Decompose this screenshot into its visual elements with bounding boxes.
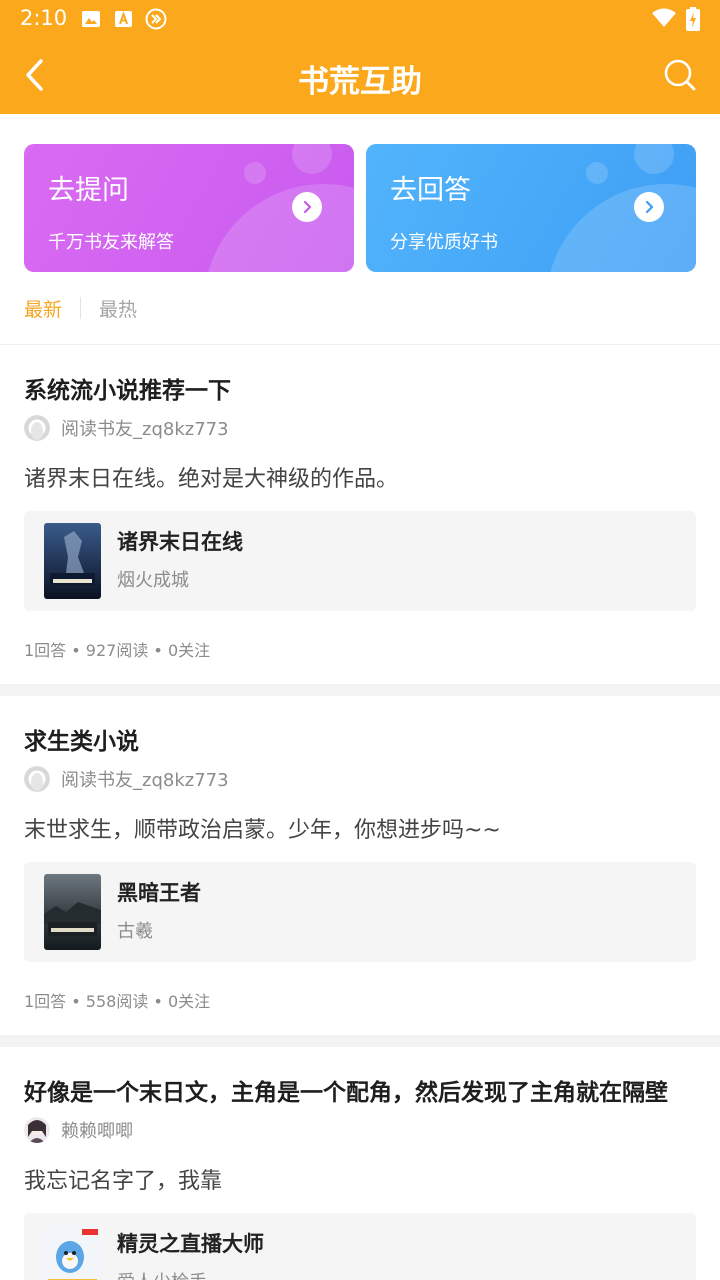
tab-hottest[interactable]: 最热 — [99, 295, 137, 322]
post-author[interactable]: 阅读书友_zq8kz773 — [24, 415, 229, 441]
section-gap — [0, 684, 720, 696]
author-name: 赖赖唧唧 — [61, 1121, 133, 1142]
question-post[interactable]: 系统流小说推荐一下 阅读书友_zq8kz773 诸界末日在线。绝对是大神级的作品… — [0, 371, 720, 684]
book-author: 古羲 — [117, 921, 153, 942]
post-stats: 1回答 • 558阅读 • 0关注 — [24, 992, 211, 1011]
app-header: 2:10 书荒互助 — [0, 0, 720, 114]
post-author[interactable]: 阅读书友_zq8kz773 — [24, 766, 229, 792]
chevron-right-icon — [634, 192, 664, 222]
answer-question-card[interactable]: 去回答 分享优质好书 — [366, 144, 696, 272]
recommended-book-card[interactable]: 黑暗王者 古羲 — [24, 862, 696, 962]
section-gap — [0, 1035, 720, 1047]
answer-card-subtitle: 分享优质好书 — [390, 232, 498, 253]
card-decoration — [204, 184, 354, 272]
book-cover — [44, 874, 101, 950]
card-decoration — [244, 162, 266, 184]
wifi-icon — [652, 8, 676, 32]
ask-question-card[interactable]: 去提问 千万书友来解答 — [24, 144, 354, 272]
tab-latest[interactable]: 最新 — [24, 295, 62, 322]
sort-tabs: 最新 最热 — [24, 290, 137, 326]
recommended-book-card[interactable]: 诸界末日在线 烟火成城 — [24, 511, 696, 611]
chevron-right-icon — [292, 192, 322, 222]
card-decoration — [634, 144, 674, 174]
book-cover — [44, 523, 101, 599]
gallery-notification-icon — [81, 9, 101, 29]
tab-divider — [80, 297, 82, 319]
book-title: 黑暗王者 — [117, 881, 201, 905]
divider — [0, 344, 720, 345]
post-content: 末世求生，顺带政治启蒙。少年，你想进步吗~~ — [24, 818, 501, 843]
question-post[interactable]: 好像是一个末日文，主角是一个配角，然后发现了主角就在隔壁 赖赖唧唧 我忘记名字了… — [0, 1073, 720, 1280]
ask-card-title: 去提问 — [48, 175, 129, 206]
avatar — [24, 1117, 50, 1143]
post-content: 我忘记名字了，我靠 — [24, 1169, 223, 1194]
battery-icon — [686, 7, 700, 35]
page-title: 书荒互助 — [298, 64, 422, 100]
book-author: 爱人少检手 — [117, 1268, 207, 1280]
book-title: 诸界末日在线 — [117, 530, 243, 554]
app-notification-icon — [114, 9, 134, 29]
search-button[interactable] — [660, 54, 700, 96]
post-title[interactable]: 求生类小说 — [24, 722, 139, 756]
post-content: 诸界末日在线。绝对是大神级的作品。 — [24, 467, 399, 492]
recommended-book-card[interactable]: 精灵之直播大师 爱人少检手 — [24, 1213, 696, 1280]
card-decoration — [546, 184, 696, 272]
answer-card-title: 去回答 — [390, 175, 471, 206]
avatar — [24, 766, 50, 792]
author-name: 阅读书友_zq8kz773 — [61, 419, 229, 440]
status-bar: 2:10 — [0, 0, 720, 38]
post-title[interactable]: 系统流小说推荐一下 — [24, 371, 231, 405]
ask-card-subtitle: 千万书友来解答 — [48, 232, 174, 253]
book-cover — [44, 1225, 101, 1280]
post-stats: 1回答 • 927阅读 • 0关注 — [24, 641, 211, 660]
post-title[interactable]: 好像是一个末日文，主角是一个配角，然后发现了主角就在隔壁 — [24, 1073, 668, 1107]
book-title: 精灵之直播大师 — [117, 1232, 264, 1256]
status-time: 2:10 — [20, 6, 68, 30]
search-icon — [664, 59, 696, 91]
avatar — [24, 415, 50, 441]
forward-notification-icon — [145, 8, 167, 30]
question-post[interactable]: 求生类小说 阅读书友_zq8kz773 末世求生，顺带政治启蒙。少年，你想进步吗… — [0, 722, 720, 1035]
nav-bar: 书荒互助 — [0, 38, 720, 114]
post-author[interactable]: 赖赖唧唧 — [24, 1117, 133, 1143]
author-name: 阅读书友_zq8kz773 — [61, 770, 229, 791]
card-decoration — [586, 162, 608, 184]
book-author: 烟火成城 — [117, 570, 189, 591]
card-decoration — [292, 144, 332, 174]
